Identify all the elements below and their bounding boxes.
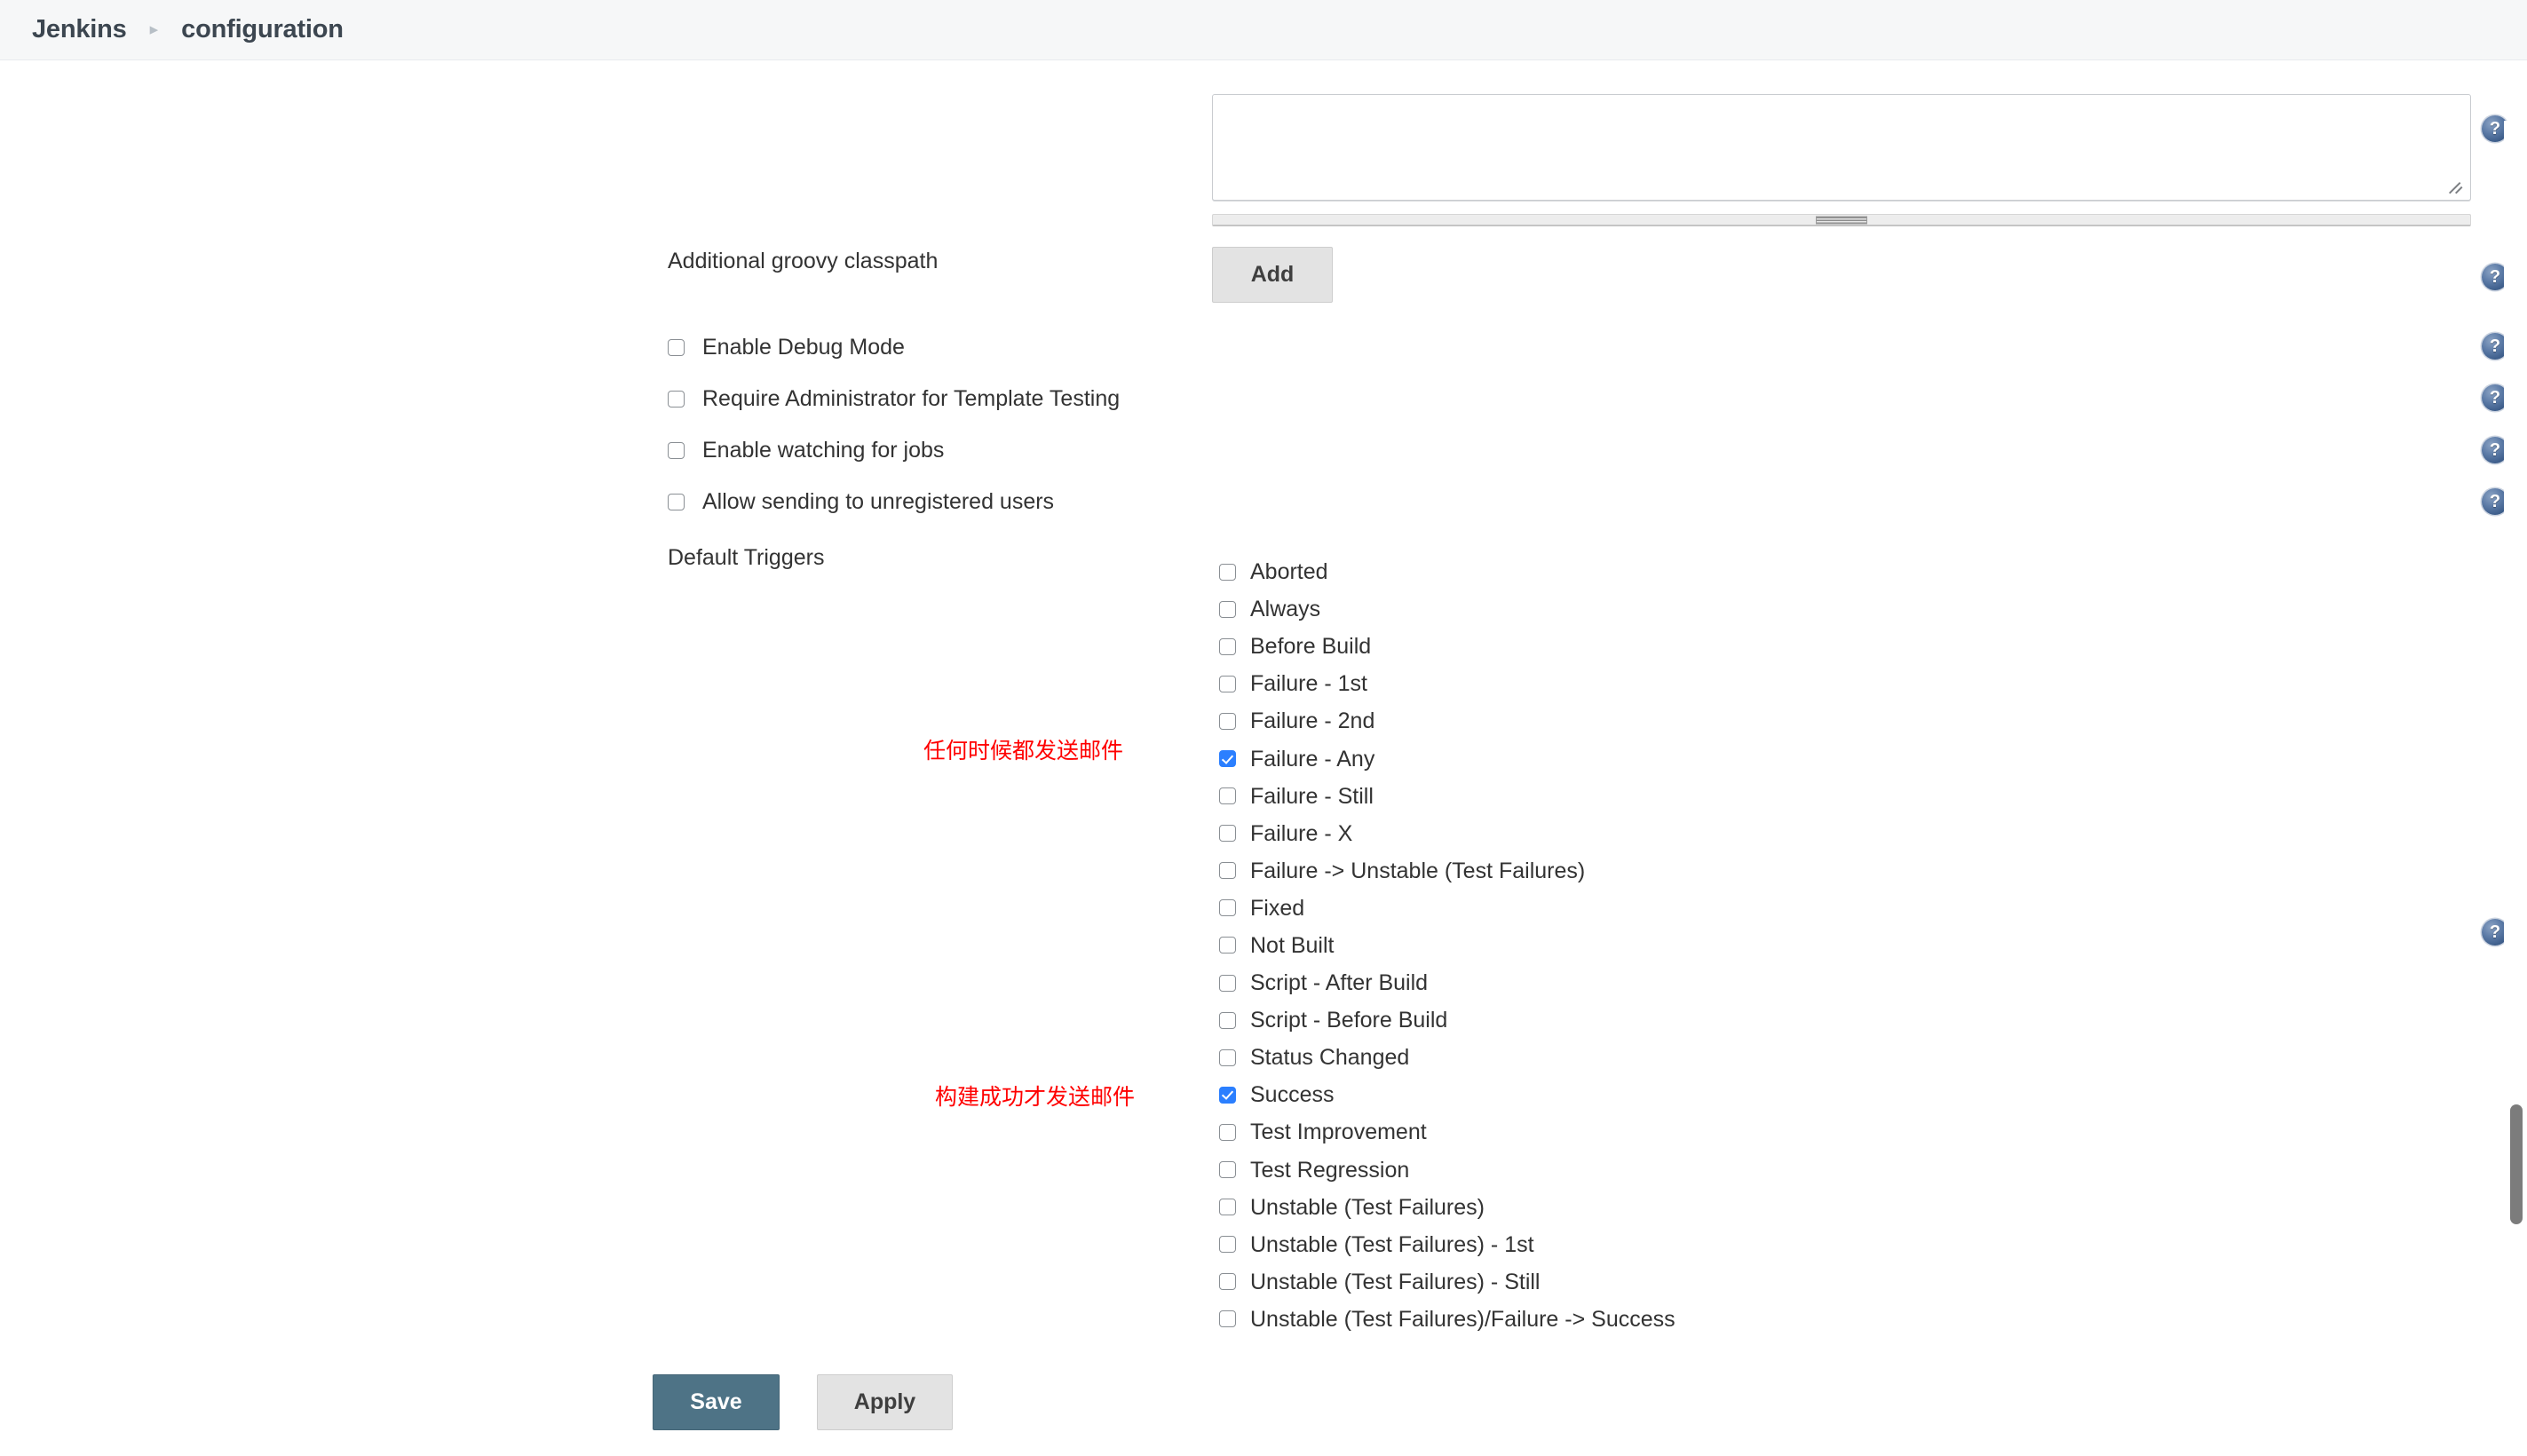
- checkbox-trigger[interactable]: [1219, 637, 1236, 655]
- trigger-row[interactable]: Test Regression: [1219, 1151, 1675, 1189]
- checkbox-trigger[interactable]: [1219, 600, 1236, 618]
- drag-handle-icon[interactable]: [1816, 216, 1867, 224]
- trigger-row[interactable]: Unstable (Test Failures) - 1st: [1219, 1226, 1675, 1263]
- apply-button[interactable]: Apply: [817, 1374, 953, 1430]
- breadcrumb-item-configuration[interactable]: configuration: [181, 15, 344, 44]
- trigger-label: Unstable (Test Failures) - Still: [1250, 1269, 1541, 1294]
- trigger-row[interactable]: Test Improvement: [1219, 1113, 1675, 1151]
- field-row-default-triggers: Default Triggers: [668, 545, 824, 571]
- setting-row-enable-debug-mode[interactable]: Enable Debug Mode: [668, 336, 905, 359]
- trigger-label: Not Built: [1250, 932, 1335, 958]
- checkbox-require-administrator-for-template-testing[interactable]: [668, 390, 685, 408]
- checkbox-trigger[interactable]: [1219, 862, 1236, 880]
- trigger-label: Fixed: [1250, 895, 1305, 921]
- default-triggers-list: Aborted Always Before Build Failure - 1st Fa…: [1219, 553, 1675, 1338]
- checkbox-trigger[interactable]: [1219, 937, 1236, 954]
- checkbox-enable-watching-for-jobs[interactable]: [668, 441, 685, 459]
- trigger-label: Before Build: [1250, 634, 1372, 660]
- configuration-form: Additional groovy classpath Add Enable D…: [0, 60, 2527, 1456]
- checkbox-allow-sending-to-unregistered-users[interactable]: [668, 493, 685, 510]
- trigger-row[interactable]: Unstable (Test Failures): [1219, 1189, 1675, 1226]
- checkbox-trigger[interactable]: [1219, 1273, 1236, 1291]
- checkbox-trigger[interactable]: [1219, 1310, 1236, 1328]
- trigger-row[interactable]: Fixed: [1219, 890, 1675, 927]
- trigger-label: Unstable (Test Failures)/Failure -> Succ…: [1250, 1306, 1675, 1332]
- trigger-row[interactable]: Failure - Any: [1219, 740, 1675, 777]
- trigger-row[interactable]: Failure - Still: [1219, 778, 1675, 815]
- checkbox-trigger[interactable]: [1219, 1048, 1236, 1066]
- trigger-row[interactable]: Success: [1219, 1076, 1675, 1113]
- label-additional-groovy-classpath: Additional groovy classpath: [668, 249, 939, 273]
- checkbox-enable-debug-mode[interactable]: [668, 338, 685, 356]
- checkbox-trigger[interactable]: [1219, 712, 1236, 730]
- trigger-label: Status Changed: [1250, 1045, 1410, 1071]
- trigger-label: Always: [1250, 597, 1321, 622]
- trigger-label: Failure - Any: [1250, 746, 1375, 772]
- annotation-failure-any: 任何时候都发送邮件: [923, 738, 1124, 764]
- save-button[interactable]: Save: [653, 1374, 780, 1430]
- checkbox-trigger[interactable]: [1219, 1123, 1236, 1141]
- trigger-row[interactable]: Unstable (Test Failures) - Still: [1219, 1263, 1675, 1301]
- trigger-label: Failure - 1st: [1250, 671, 1367, 697]
- setting-label: Require Administrator for Template Testi…: [702, 386, 1121, 411]
- trigger-row[interactable]: Not Built: [1219, 927, 1675, 964]
- checkbox-trigger[interactable]: [1219, 899, 1236, 917]
- breadcrumb-separator-icon: ▸: [149, 20, 159, 39]
- setting-label: Enable Debug Mode: [702, 335, 905, 360]
- trigger-row[interactable]: Aborted: [1219, 553, 1675, 590]
- checkbox-trigger[interactable]: [1219, 1236, 1236, 1254]
- app-header: Jenkins ▸ configuration: [0, 0, 2527, 60]
- label-default-triggers: Default Triggers: [668, 545, 825, 570]
- trigger-row[interactable]: Script - Before Build: [1219, 1001, 1675, 1039]
- checkbox-trigger[interactable]: [1219, 825, 1236, 843]
- annotation-success: 构建成功才发送邮件: [935, 1084, 1136, 1110]
- checkbox-trigger[interactable]: [1219, 1011, 1236, 1029]
- trigger-label: Unstable (Test Failures): [1250, 1194, 1485, 1220]
- trigger-label: Script - After Build: [1250, 970, 1429, 996]
- checkbox-trigger[interactable]: [1219, 1161, 1236, 1179]
- trigger-label: Aborted: [1250, 559, 1328, 585]
- trigger-label: Test Regression: [1250, 1157, 1410, 1183]
- groovy-script-textarea[interactable]: [1212, 94, 2471, 201]
- trigger-label: Failure - Still: [1250, 783, 1374, 809]
- setting-label: Enable watching for jobs: [702, 438, 945, 463]
- trigger-row[interactable]: Script - After Build: [1219, 964, 1675, 1001]
- trigger-row[interactable]: Always: [1219, 590, 1675, 628]
- trigger-row[interactable]: Before Build: [1219, 628, 1675, 665]
- checkbox-trigger[interactable]: [1219, 1199, 1236, 1216]
- add-button[interactable]: Add: [1212, 247, 1333, 303]
- setting-row-require-administrator-for-template-testing[interactable]: Require Administrator for Template Testi…: [668, 387, 1120, 410]
- page-scrollbar[interactable]: [2504, 121, 2527, 1456]
- trigger-label: Test Improvement: [1250, 1120, 1427, 1145]
- breadcrumb-item-jenkins[interactable]: Jenkins: [32, 15, 127, 44]
- checkbox-trigger[interactable]: [1219, 563, 1236, 581]
- trigger-row[interactable]: Failure - X: [1219, 815, 1675, 852]
- checkbox-trigger[interactable]: [1219, 974, 1236, 992]
- trigger-label: Unstable (Test Failures) - 1st: [1250, 1231, 1534, 1257]
- checkbox-trigger[interactable]: [1219, 787, 1236, 805]
- trigger-row[interactable]: Failure -> Unstable (Test Failures): [1219, 852, 1675, 890]
- trigger-row[interactable]: Status Changed: [1219, 1039, 1675, 1076]
- trigger-label: Failure - X: [1250, 820, 1353, 846]
- trigger-row[interactable]: Unstable (Test Failures)/Failure -> Succ…: [1219, 1301, 1675, 1338]
- setting-label: Allow sending to unregistered users: [702, 489, 1055, 514]
- trigger-label: Success: [1250, 1082, 1335, 1108]
- trigger-label: Script - Before Build: [1250, 1008, 1448, 1033]
- checkbox-trigger[interactable]: [1219, 675, 1236, 692]
- checkbox-trigger[interactable]: [1219, 1086, 1236, 1104]
- scrollbar-thumb[interactable]: [2510, 1104, 2523, 1224]
- checkbox-trigger[interactable]: [1219, 750, 1236, 768]
- field-row-groovy-classpath: Additional groovy classpath: [668, 249, 938, 274]
- trigger-label: Failure - 2nd: [1250, 708, 1375, 734]
- breadcrumb: Jenkins ▸ configuration: [32, 15, 344, 44]
- setting-row-enable-watching-for-jobs[interactable]: Enable watching for jobs: [668, 439, 944, 462]
- trigger-label: Failure -> Unstable (Test Failures): [1250, 858, 1586, 883]
- trigger-row[interactable]: Failure - 2nd: [1219, 702, 1675, 740]
- textarea-drag-bar[interactable]: [1212, 214, 2471, 226]
- trigger-row[interactable]: Failure - 1st: [1219, 665, 1675, 702]
- setting-row-allow-sending-to-unregistered-users[interactable]: Allow sending to unregistered users: [668, 490, 1054, 513]
